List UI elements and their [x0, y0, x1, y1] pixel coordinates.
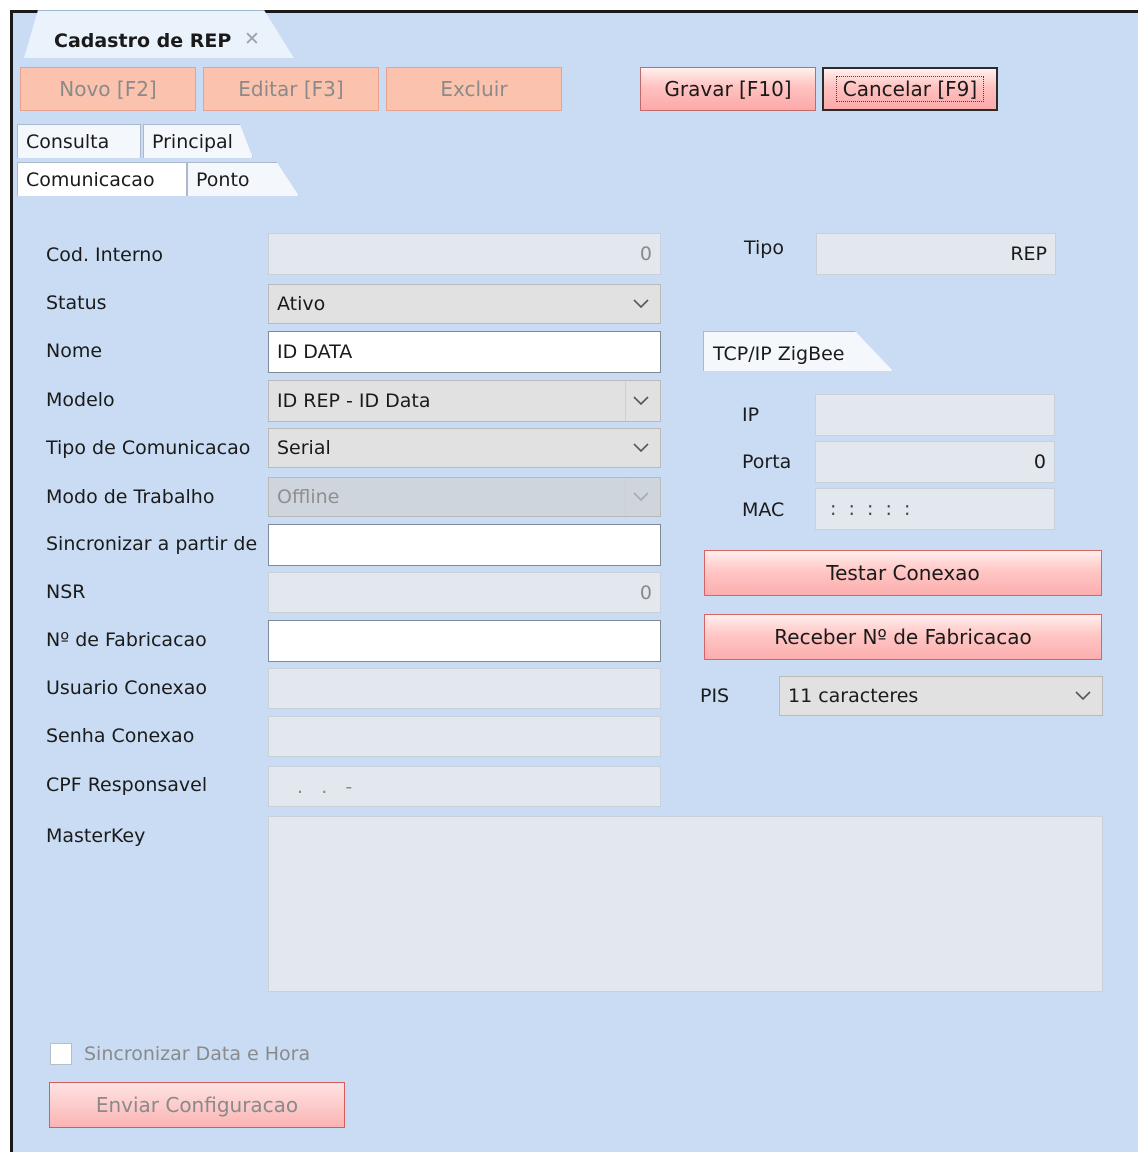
tab-comunicacao[interactable]: Comunicacao — [17, 162, 187, 196]
modo-trabalho-value: Offline — [277, 486, 340, 508]
nome-label: Nome — [46, 340, 103, 362]
receber-fabricacao-label: Receber Nº de Fabricacao — [774, 625, 1032, 649]
mac-field[interactable]: : : : : : — [815, 488, 1055, 530]
sync-checkbox-label: Sincronizar Data e Hora — [84, 1043, 311, 1065]
cancelar-button[interactable]: Cancelar [F9] — [822, 67, 998, 111]
cpf-responsavel-label: CPF Responsavel — [46, 774, 208, 796]
masterkey-label: MasterKey — [46, 825, 146, 847]
chevron-down-icon — [626, 429, 656, 467]
porta-field[interactable]: 0 — [815, 441, 1055, 483]
mac-value: : : : : : — [824, 498, 911, 520]
novo-button[interactable]: Novo [F2] — [20, 67, 196, 111]
cod-interno-value: 0 — [639, 243, 652, 265]
status-value: Ativo — [277, 293, 326, 315]
sincronizar-label: Sincronizar a partir de — [46, 533, 258, 555]
nome-value: ID DATA — [277, 341, 353, 363]
n-fabricacao-field[interactable] — [268, 620, 661, 662]
modelo-select[interactable]: ID REP - ID Data — [268, 380, 661, 422]
editar-button-label: Editar [F3] — [238, 77, 344, 101]
editar-button[interactable]: Editar [F3] — [203, 67, 379, 111]
ip-label: IP — [742, 404, 760, 426]
modo-trabalho-select: Offline — [268, 477, 661, 517]
tipo-value: REP — [1010, 243, 1047, 265]
receber-fabricacao-button[interactable]: Receber Nº de Fabricacao — [704, 614, 1102, 660]
nsr-value: 0 — [639, 581, 652, 604]
cancelar-button-label: Cancelar [F9] — [835, 76, 985, 102]
excluir-button-label: Excluir — [440, 77, 508, 101]
nsr-field[interactable]: 0 — [268, 572, 661, 613]
chevron-down-icon — [625, 381, 656, 421]
tab-comunicacao-label: Comunicacao — [26, 168, 155, 191]
tab-ponto-label: Ponto — [196, 168, 250, 191]
ip-field[interactable] — [815, 394, 1055, 436]
tab-principal[interactable]: Principal — [143, 124, 253, 158]
nome-field[interactable]: ID DATA — [268, 331, 661, 373]
tipo-field: REP — [816, 233, 1056, 275]
document-tab-label: Cadastro de REP — [54, 30, 232, 52]
senha-conexao-field[interactable] — [268, 716, 661, 757]
tab-consulta[interactable]: Consulta — [17, 124, 141, 158]
enviar-configuracao-label: Enviar Configuracao — [95, 1093, 299, 1117]
status-select[interactable]: Ativo — [268, 284, 661, 324]
gravar-button[interactable]: Gravar [F10] — [640, 67, 816, 111]
mac-label: MAC — [742, 499, 785, 521]
chevron-down-icon — [626, 285, 656, 323]
status-label: Status — [46, 292, 107, 314]
chevron-down-icon — [625, 478, 656, 516]
senha-conexao-label: Senha Conexao — [46, 725, 195, 747]
chevron-down-icon — [1068, 677, 1098, 715]
n-fabricacao-label: Nº de Fabricacao — [46, 629, 207, 651]
tab-consulta-label: Consulta — [26, 130, 110, 153]
pis-label: PIS — [700, 685, 730, 707]
modelo-value: ID REP - ID Data — [277, 390, 431, 412]
usuario-conexao-label: Usuario Conexao — [46, 677, 208, 699]
tab-tcpip-zigbee-label: TCP/IP ZigBee — [713, 343, 845, 365]
tipo-comunicacao-select[interactable]: Serial — [268, 428, 661, 468]
testar-conexao-label: Testar Conexao — [826, 561, 980, 585]
pis-select[interactable]: 11 caracteres — [779, 676, 1103, 716]
excluir-button[interactable]: Excluir — [386, 67, 562, 111]
sincronizar-field[interactable] — [268, 524, 661, 566]
enviar-configuracao-button[interactable]: Enviar Configuracao — [49, 1082, 345, 1128]
close-icon[interactable]: ✕ — [244, 28, 260, 50]
novo-button-label: Novo [F2] — [59, 77, 157, 101]
modo-trabalho-label: Modo de Trabalho — [46, 486, 215, 508]
modelo-label: Modelo — [46, 389, 115, 411]
cod-interno-field[interactable]: 0 — [268, 233, 661, 275]
tipo-comunicacao-value: Serial — [277, 437, 331, 459]
porta-value: 0 — [1033, 451, 1046, 473]
testar-conexao-button[interactable]: Testar Conexao — [704, 550, 1102, 596]
tipo-comunicacao-label: Tipo de Comunicacao — [46, 437, 251, 459]
usuario-conexao-field[interactable] — [268, 668, 661, 709]
nsr-label: NSR — [46, 581, 86, 603]
cpf-responsavel-field[interactable]: . . - — [268, 766, 661, 807]
sync-checkbox[interactable] — [50, 1043, 72, 1065]
tipo-label: Tipo — [744, 237, 784, 259]
gravar-button-label: Gravar [F10] — [664, 77, 792, 101]
cpf-responsavel-value: . . - — [291, 775, 353, 798]
pis-value: 11 caracteres — [788, 685, 919, 707]
porta-label: Porta — [742, 451, 792, 473]
masterkey-field[interactable] — [268, 816, 1103, 992]
cod-interno-label: Cod. Interno — [46, 244, 163, 266]
tab-principal-label: Principal — [152, 130, 233, 153]
